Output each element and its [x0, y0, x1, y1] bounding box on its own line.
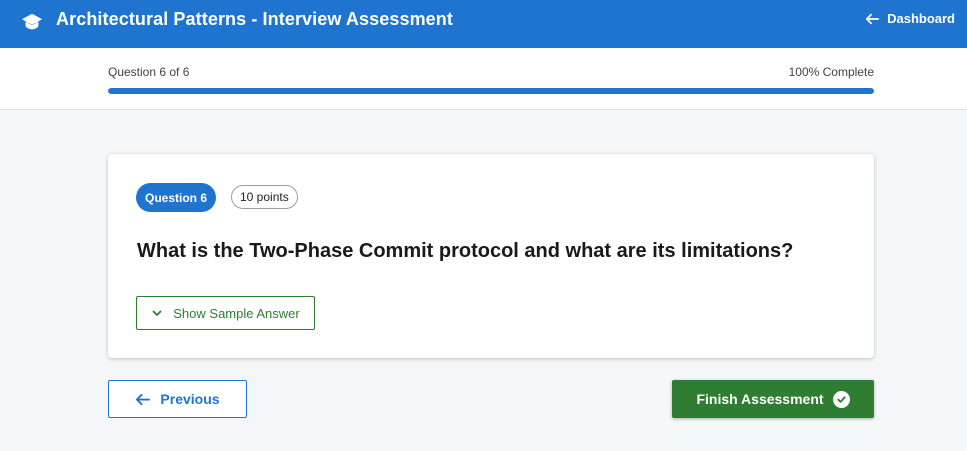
progress-bar: [108, 88, 874, 94]
graduation-cap-icon: [21, 13, 43, 30]
dashboard-link[interactable]: Dashboard: [865, 11, 955, 26]
progress-percent: 100% Complete: [788, 65, 874, 79]
progress-fill: [108, 88, 874, 94]
arrow-left-icon: [136, 393, 151, 405]
show-sample-answer-button[interactable]: Show Sample Answer: [136, 296, 315, 330]
points-badge: 10 points: [231, 185, 298, 209]
arrow-left-icon: [865, 13, 880, 24]
progress-label: Question 6 of 6: [108, 65, 190, 79]
progress-section: Question 6 of 6 100% Complete: [0, 48, 967, 110]
check-circle-icon: [832, 390, 850, 408]
question-number-badge: Question 6: [136, 183, 216, 212]
question-text: What is the Two-Phase Commit protocol an…: [137, 240, 794, 262]
finish-assessment-button[interactable]: Finish Assessment: [672, 380, 874, 418]
previous-button[interactable]: Previous: [108, 380, 247, 418]
finish-assessment-label: Finish Assessment: [696, 391, 824, 407]
previous-button-label: Previous: [160, 391, 220, 407]
chevron-down-icon: [152, 310, 162, 316]
page-title: Architectural Patterns - Interview Asses…: [56, 9, 453, 29]
show-sample-answer-label: Show Sample Answer: [173, 305, 300, 321]
app-header: Architectural Patterns - Interview Asses…: [0, 0, 967, 48]
dashboard-link-label: Dashboard: [887, 11, 955, 26]
question-card: Question 6 10 points What is the Two-Pha…: [108, 154, 874, 358]
